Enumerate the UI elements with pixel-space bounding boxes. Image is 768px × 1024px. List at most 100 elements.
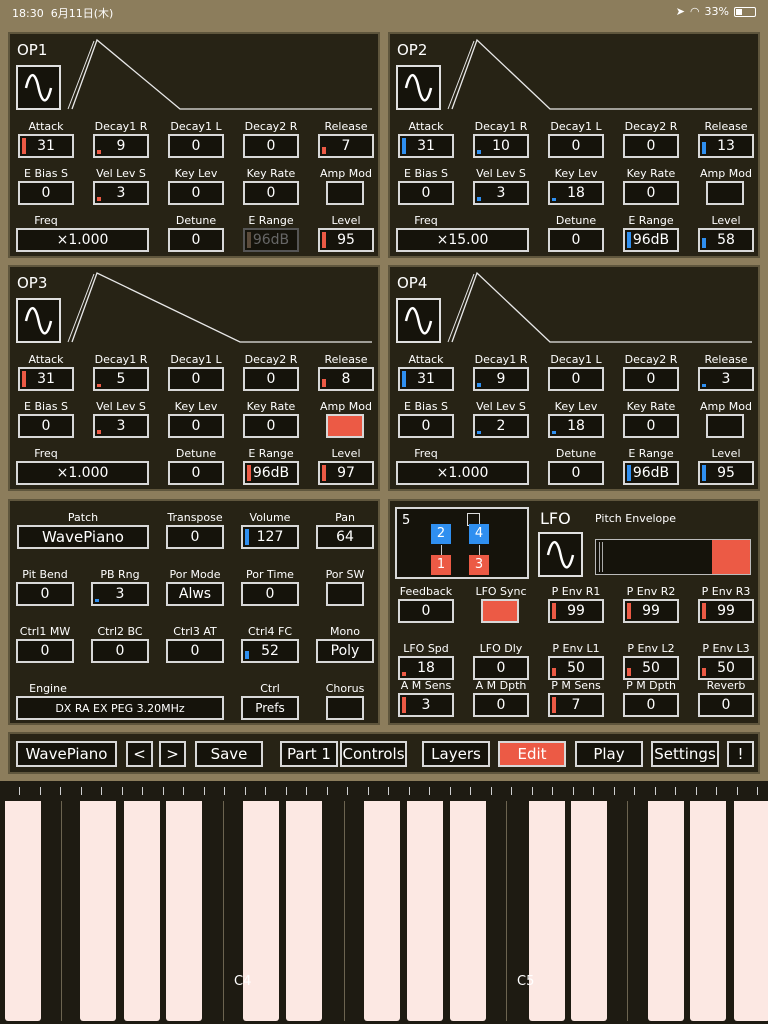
vellev-field[interactable]: 2 [473, 414, 529, 438]
e-range-field[interactable]: 96dB [623, 228, 679, 252]
op-wave-button[interactable] [396, 65, 441, 110]
freq-field[interactable]: ×1.000 [396, 461, 529, 485]
freq-field[interactable]: ×1.000 [16, 461, 149, 485]
decay1r-field[interactable]: 5 [93, 367, 149, 391]
volume-field[interactable]: 127 [241, 525, 299, 549]
level-field[interactable]: 95 [698, 461, 754, 485]
keylev-field[interactable]: 18 [548, 414, 604, 438]
por-time-field[interactable]: 0 [241, 582, 299, 606]
attack-field[interactable]: 31 [398, 134, 454, 158]
piano-key[interactable] [571, 801, 607, 1021]
lfo-sync-toggle[interactable] [481, 599, 519, 623]
lfodly-field[interactable]: 0 [473, 656, 529, 680]
keyrate-field[interactable]: 0 [243, 414, 299, 438]
save-button[interactable]: Save [195, 741, 263, 767]
ebias-field[interactable]: 0 [18, 414, 74, 438]
vellev-field[interactable]: 3 [473, 181, 529, 205]
keylev-field[interactable]: 0 [168, 414, 224, 438]
pan-field[interactable]: 64 [316, 525, 374, 549]
detune-field[interactable]: 0 [548, 461, 604, 485]
attack-field[interactable]: 31 [398, 367, 454, 391]
ctrl-prefs-button[interactable]: Prefs [241, 696, 299, 720]
part-button[interactable]: Part 1 [280, 741, 338, 767]
release-field[interactable]: 3 [698, 367, 754, 391]
piano-key[interactable] [529, 801, 565, 1021]
pb-rng-field[interactable]: 3 [91, 582, 149, 606]
pmsens-field[interactable]: 7 [548, 693, 604, 717]
attack-field[interactable]: 31 [18, 134, 74, 158]
penvr2-field[interactable]: 99 [623, 599, 679, 623]
decay2r-field[interactable]: 0 [623, 134, 679, 158]
ctrl4-fc-field[interactable]: 52 [241, 639, 299, 663]
decay1r-field[interactable]: 10 [473, 134, 529, 158]
piano-key[interactable] [364, 801, 400, 1021]
amp-mod-toggle[interactable] [326, 181, 364, 205]
e-range-field[interactable]: 96dB [243, 461, 299, 485]
amp-mod-toggle[interactable] [706, 181, 744, 205]
lfospd-field[interactable]: 18 [398, 656, 454, 680]
piano-key[interactable] [648, 801, 684, 1021]
penvl3-field[interactable]: 50 [698, 656, 754, 680]
keyrate-field[interactable]: 0 [623, 414, 679, 438]
piano-key[interactable] [450, 801, 486, 1021]
pitch-envelope-display[interactable] [595, 539, 751, 575]
por-mode-field[interactable]: Alws [166, 582, 224, 606]
prev-patch-button[interactable]: < [126, 741, 153, 767]
chorus-toggle[interactable] [326, 696, 364, 720]
edit-button[interactable]: Edit [498, 741, 566, 767]
piano-key[interactable] [690, 801, 726, 1021]
play-button[interactable]: Play [575, 741, 643, 767]
decay2r-field[interactable]: 0 [243, 367, 299, 391]
e-range-field[interactable]: 96dB [623, 461, 679, 485]
transpose-field[interactable]: 0 [166, 525, 224, 549]
detune-field[interactable]: 0 [168, 461, 224, 485]
freq-field[interactable]: ×1.000 [16, 228, 149, 252]
decay1l-field[interactable]: 0 [548, 134, 604, 158]
layers-button[interactable]: Layers [422, 741, 490, 767]
ebias-field[interactable]: 0 [398, 181, 454, 205]
piano-keyboard[interactable]: C4 C5 [0, 781, 768, 1024]
detune-field[interactable]: 0 [548, 228, 604, 252]
piano-key[interactable] [5, 801, 41, 1021]
keylev-field[interactable]: 0 [168, 181, 224, 205]
attack-field[interactable]: 31 [18, 367, 74, 391]
freq-field[interactable]: ×15.00 [396, 228, 529, 252]
op-wave-button[interactable] [396, 298, 441, 343]
release-field[interactable]: 7 [318, 134, 374, 158]
next-patch-button[interactable]: > [159, 741, 186, 767]
reverb-field[interactable]: 0 [698, 693, 754, 717]
release-field[interactable]: 8 [318, 367, 374, 391]
keyrate-field[interactable]: 0 [243, 181, 299, 205]
decay2r-field[interactable]: 0 [243, 134, 299, 158]
por-sw-toggle[interactable] [326, 582, 364, 606]
amsens-field[interactable]: 3 [398, 693, 454, 717]
envelope-graph[interactable] [66, 34, 378, 114]
feedback-field[interactable]: 0 [398, 599, 454, 623]
piano-key[interactable] [734, 801, 768, 1021]
mono-field[interactable]: Poly [316, 639, 374, 663]
alert-button[interactable]: ! [727, 741, 754, 767]
decay2r-field[interactable]: 0 [623, 367, 679, 391]
patch-name-field[interactable]: WavePiano [17, 525, 149, 549]
decay1r-field[interactable]: 9 [473, 367, 529, 391]
patch-select-button[interactable]: WavePiano [16, 741, 117, 767]
penvl1-field[interactable]: 50 [548, 656, 604, 680]
amdpth-field[interactable]: 0 [473, 693, 529, 717]
piano-key[interactable] [286, 801, 322, 1021]
e-range-field[interactable]: 96dB [243, 228, 299, 252]
ebias-field[interactable]: 0 [398, 414, 454, 438]
controls-button[interactable]: Controls [340, 741, 407, 767]
ctrl3-at-field[interactable]: 0 [166, 639, 224, 663]
vellev-field[interactable]: 3 [93, 181, 149, 205]
level-field[interactable]: 95 [318, 228, 374, 252]
decay1r-field[interactable]: 9 [93, 134, 149, 158]
keylev-field[interactable]: 18 [548, 181, 604, 205]
detune-field[interactable]: 0 [168, 228, 224, 252]
level-field[interactable]: 97 [318, 461, 374, 485]
ebias-field[interactable]: 0 [18, 181, 74, 205]
release-field[interactable]: 13 [698, 134, 754, 158]
piano-key[interactable] [124, 801, 160, 1021]
decay1l-field[interactable]: 0 [168, 134, 224, 158]
amp-mod-toggle[interactable] [706, 414, 744, 438]
penvl2-field[interactable]: 50 [623, 656, 679, 680]
